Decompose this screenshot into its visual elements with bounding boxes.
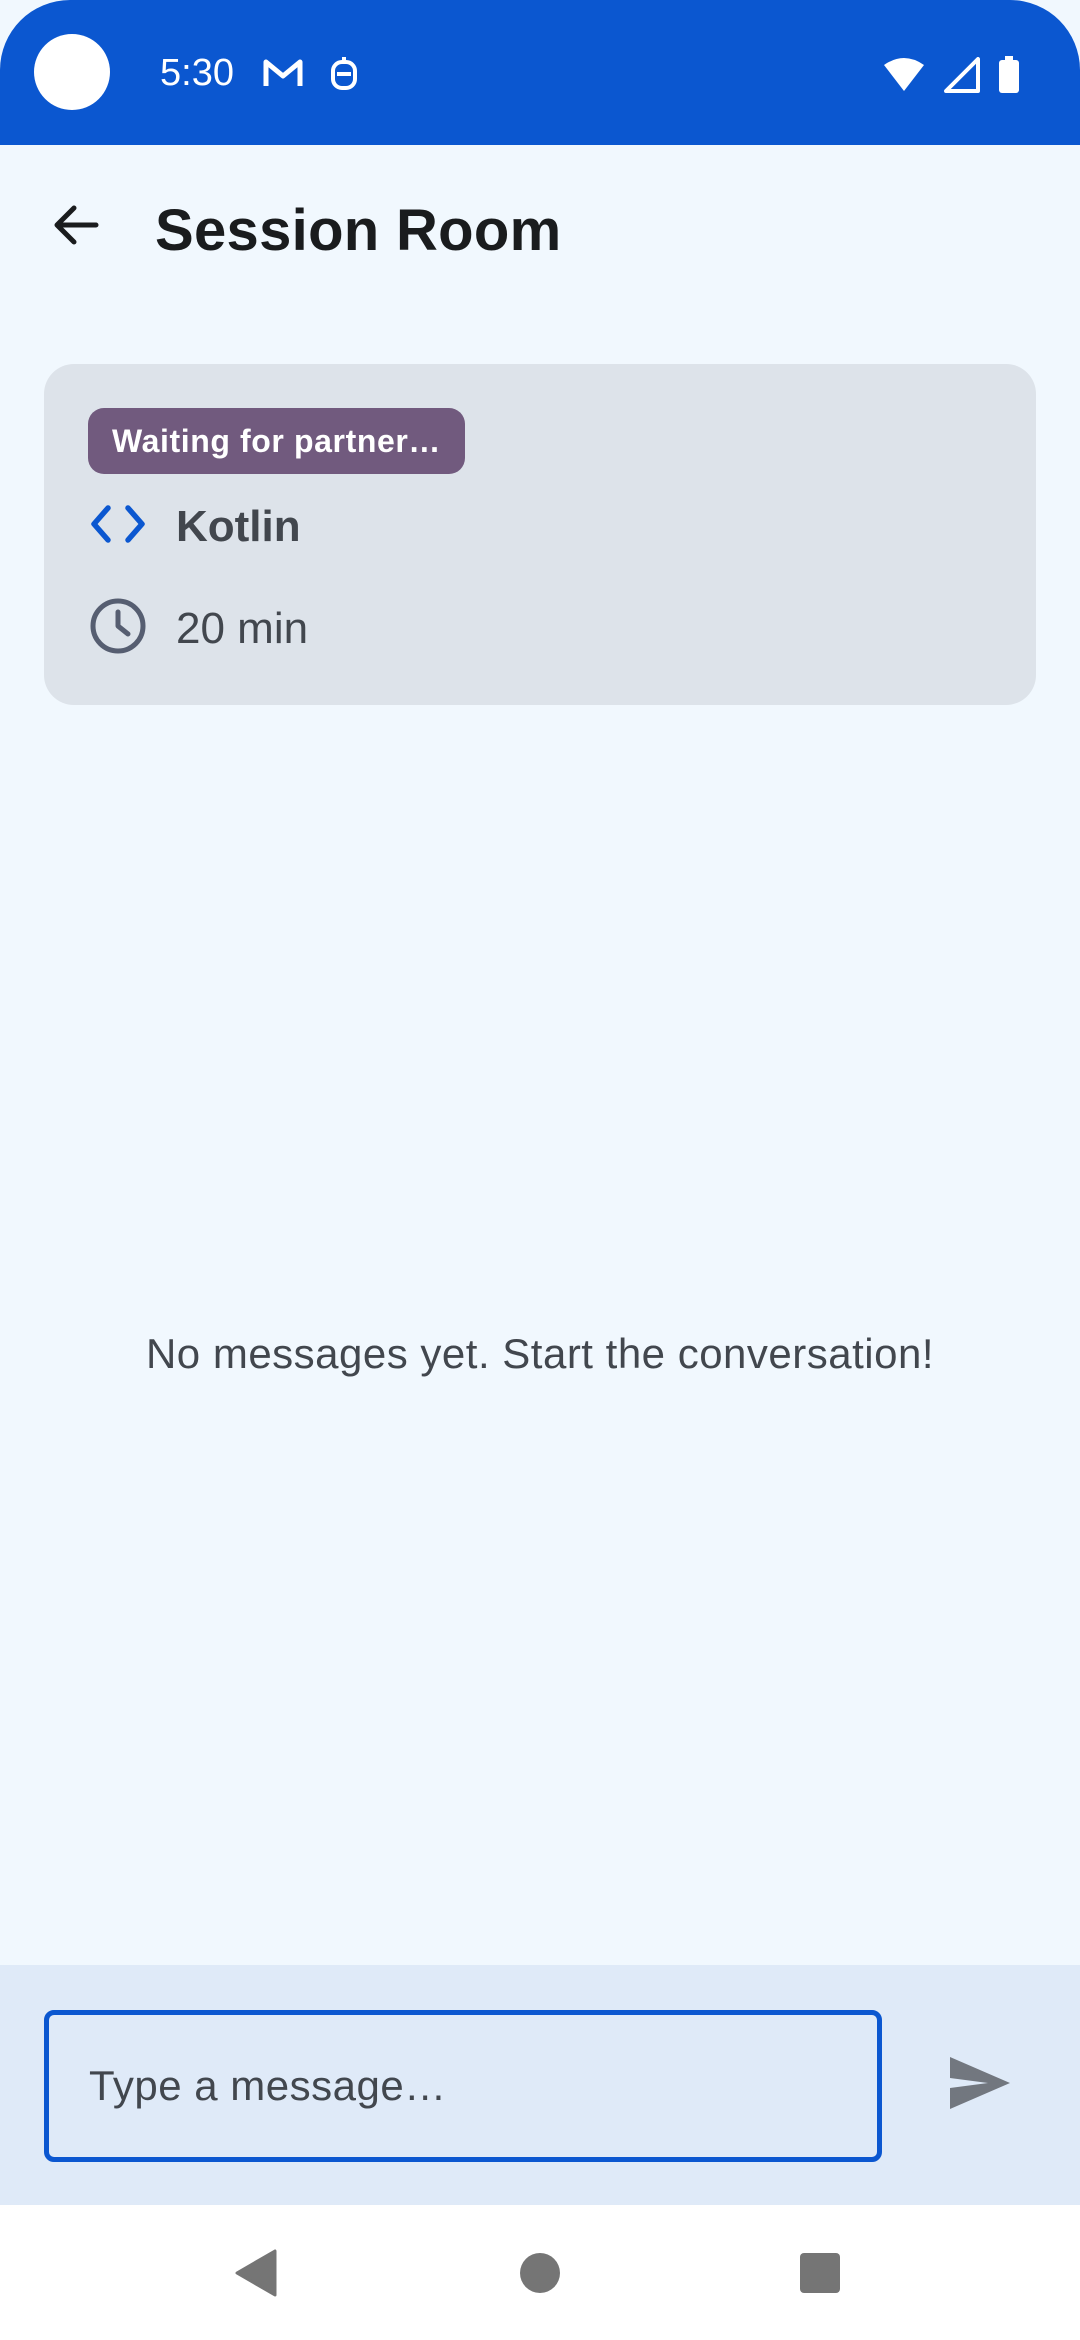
nav-back-button[interactable]: [216, 2235, 296, 2315]
nav-home-button[interactable]: [500, 2235, 580, 2315]
signal-icon: [944, 57, 980, 98]
camera-cutout: [34, 34, 110, 110]
send-icon: [948, 2055, 1012, 2116]
page-title: Session Room: [155, 198, 562, 263]
back-button[interactable]: [36, 187, 116, 267]
wifi-icon: [882, 57, 926, 98]
status-badge: Waiting for partner…: [88, 408, 466, 474]
arrow-back-icon: [50, 199, 102, 256]
notification-icon: [330, 56, 358, 97]
nav-recents-icon: [799, 2252, 841, 2299]
code-icon: [88, 494, 148, 559]
nav-back-icon: [233, 2248, 279, 2303]
status-right-icons: [882, 56, 1020, 99]
status-time: 5:30: [160, 52, 234, 94]
top-app-bar: Session Room: [0, 145, 1080, 320]
message-input[interactable]: [44, 2010, 882, 2162]
language-row: Kotlin: [88, 494, 301, 559]
session-info-card: Waiting for partner… Kotlin 20 min: [44, 364, 1036, 705]
session-room-screen: 5:30 Session Room Waiting for partner… K…: [0, 0, 1080, 2340]
duration-row: 20 min: [88, 596, 308, 661]
nav-home-icon: [518, 2251, 562, 2300]
status-bar: 5:30: [0, 0, 1080, 145]
system-navigation-bar: [0, 2205, 1080, 2340]
send-button[interactable]: [920, 2025, 1040, 2145]
nav-recents-button[interactable]: [780, 2235, 860, 2315]
clock-icon: [88, 596, 148, 661]
duration-label: 20 min: [176, 603, 309, 653]
message-composer: [0, 1965, 1080, 2205]
battery-icon: [998, 56, 1020, 99]
empty-messages-text: No messages yet. Start the conversation!: [145, 1330, 935, 1377]
language-label: Kotlin: [176, 501, 301, 551]
gmail-icon: [262, 56, 304, 95]
